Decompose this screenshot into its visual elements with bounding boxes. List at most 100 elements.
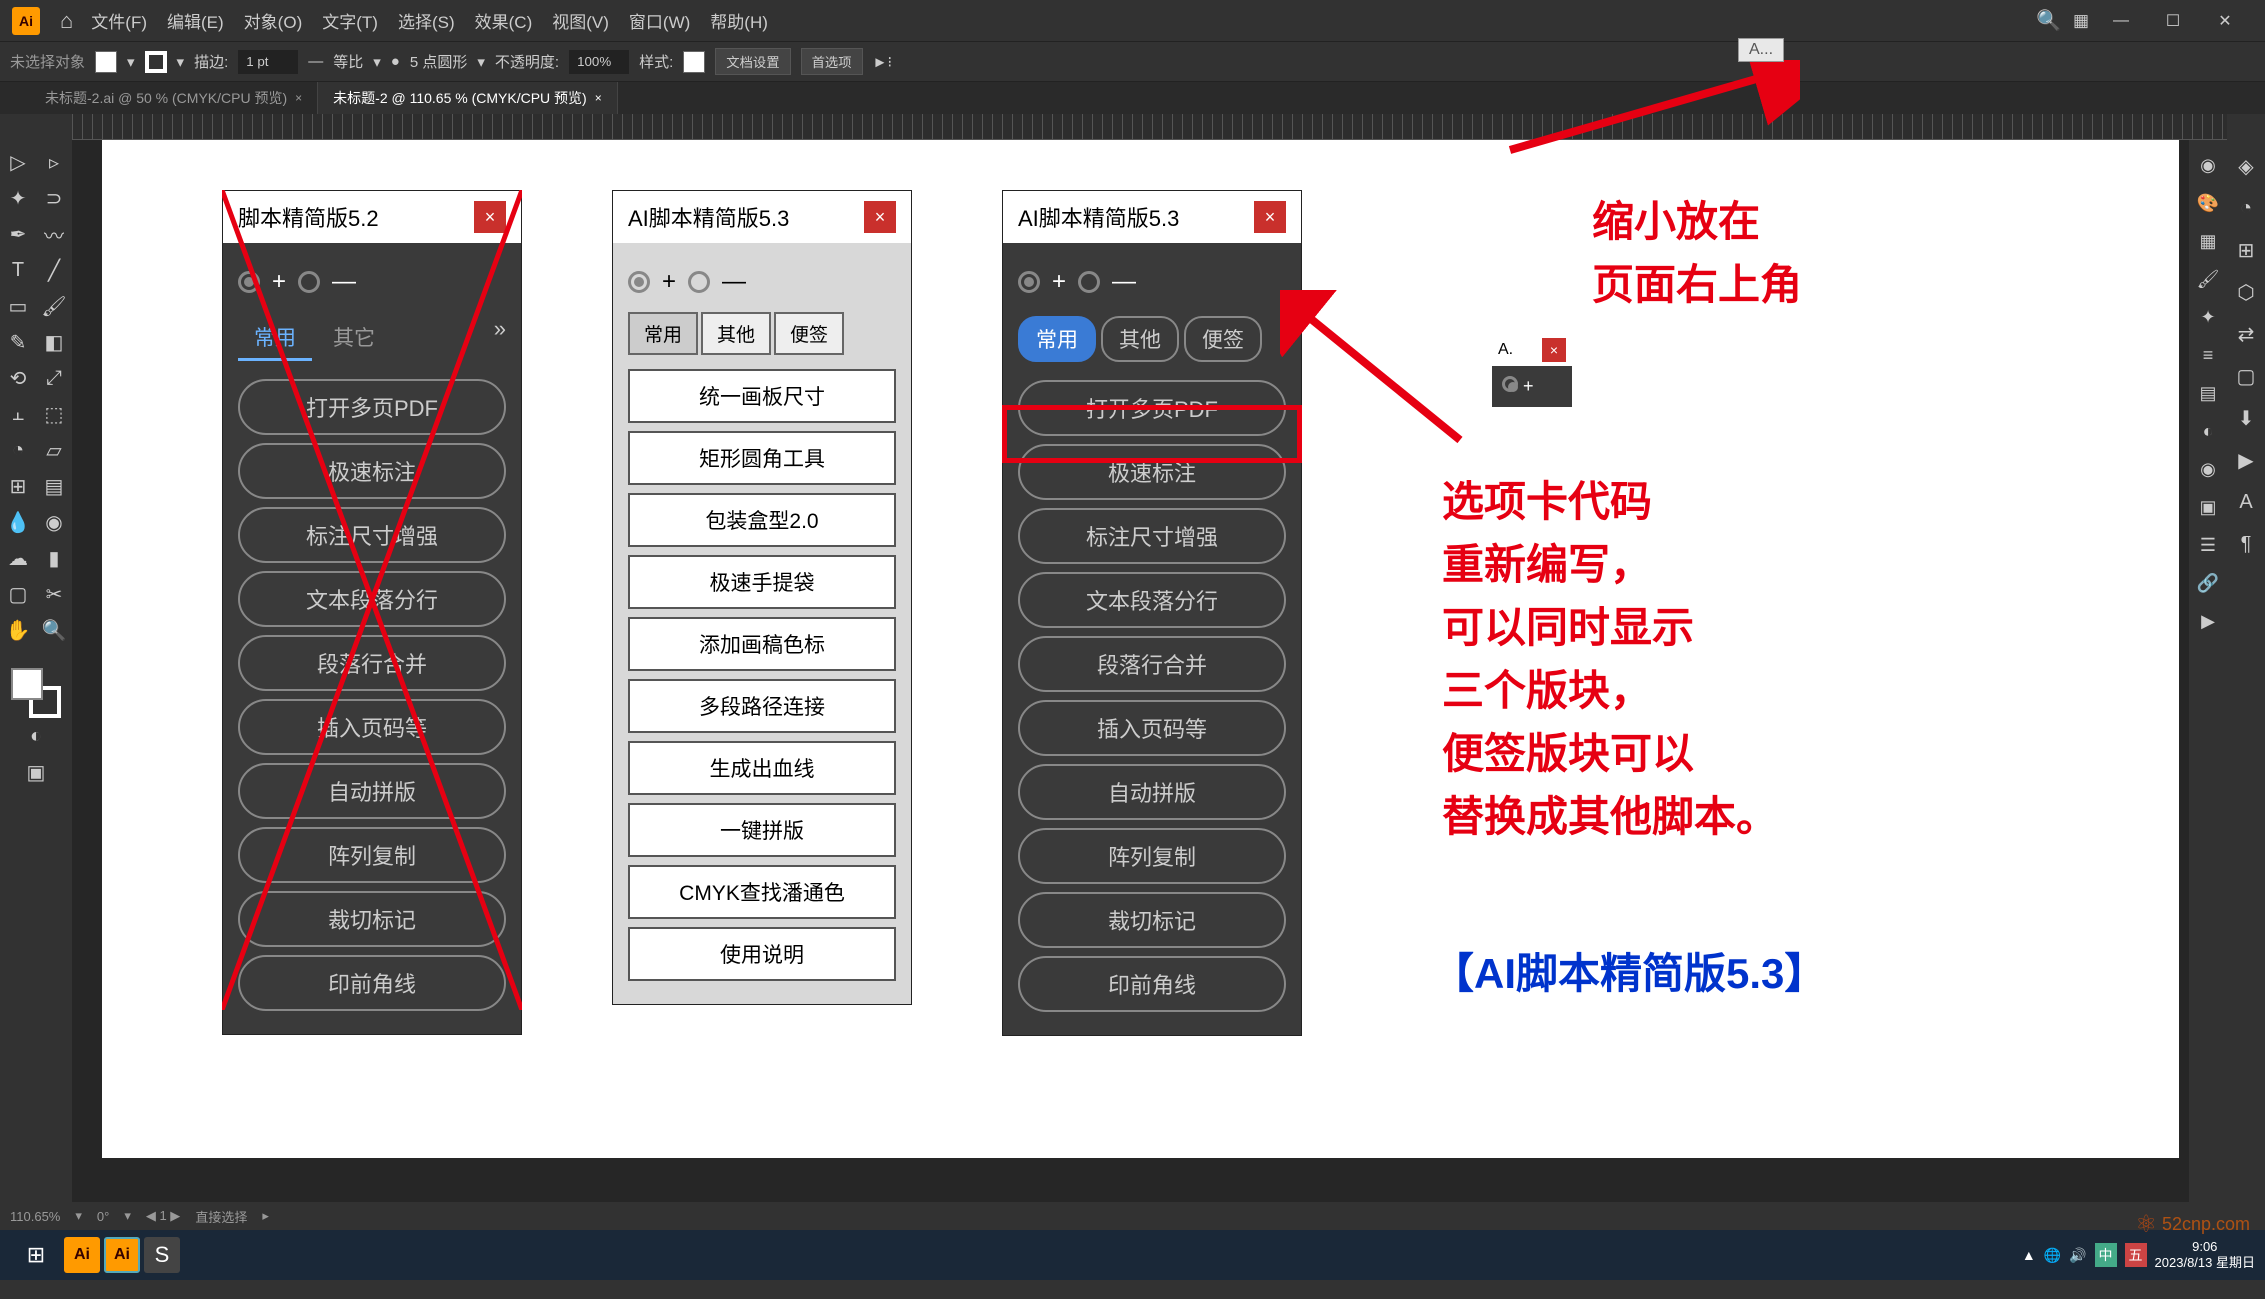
menu-edit[interactable]: 编辑(E): [167, 8, 224, 33]
doc-tab-1[interactable]: 未标题-2.ai @ 50 % (CMYK/CPU 预览)×: [30, 82, 318, 114]
stroke-swatch[interactable]: [145, 51, 167, 73]
color-guide-icon[interactable]: ◔: [2230, 192, 2262, 224]
gradient-tool[interactable]: ▤: [36, 468, 72, 504]
links-icon[interactable]: 🔗: [2193, 568, 2223, 598]
menu-view[interactable]: 视图(V): [552, 8, 609, 33]
close-button[interactable]: ✕: [2205, 6, 2245, 36]
btn-text-split[interactable]: 文本段落分行: [1018, 572, 1286, 628]
close-button[interactable]: ×: [474, 201, 506, 233]
prefs-button[interactable]: 首选项: [801, 48, 863, 75]
line-tool[interactable]: ╱: [36, 252, 72, 288]
actions-icon[interactable]: ▶: [2230, 444, 2262, 476]
stroke-input[interactable]: [238, 50, 298, 74]
close-button[interactable]: ×: [864, 201, 896, 233]
btn-fast-annotate[interactable]: 极速标注: [238, 443, 506, 499]
graphic-styles-icon[interactable]: ▣: [2193, 492, 2223, 522]
stroke-icon[interactable]: ≡: [2193, 340, 2223, 370]
radio-icon[interactable]: [238, 271, 260, 293]
menu-file[interactable]: 文件(F): [91, 8, 147, 33]
slice-tool[interactable]: ✂: [36, 576, 72, 612]
btn-crop-mark[interactable]: 裁切标记: [1018, 892, 1286, 948]
btn-dim-enhance[interactable]: 标注尺寸增强: [238, 507, 506, 563]
transform-icon[interactable]: ⇄: [2230, 318, 2262, 350]
btn-add-swatch[interactable]: 添加画稿色标: [628, 617, 896, 671]
menu-effect[interactable]: 效果(C): [475, 8, 533, 33]
appearance-icon[interactable]: ◉: [2193, 454, 2223, 484]
home-icon[interactable]: ⌂: [60, 8, 73, 34]
gradient-icon[interactable]: ▤: [2193, 378, 2223, 408]
expand-icon[interactable]: »: [494, 316, 506, 361]
eraser-tool[interactable]: ◧: [36, 324, 72, 360]
play-icon[interactable]: ▶: [2193, 606, 2223, 636]
fill-stroke-swatch[interactable]: [11, 668, 61, 718]
btn-page-num[interactable]: 插入页码等: [1018, 700, 1286, 756]
selection-tool[interactable]: ▷: [0, 144, 36, 180]
btn-open-pdf[interactable]: 打开多页PDF: [238, 379, 506, 435]
zoom-level[interactable]: 110.65%: [10, 1209, 60, 1224]
free-transform-tool[interactable]: ⬚: [36, 396, 72, 432]
tab-other[interactable]: 其他: [1101, 316, 1179, 362]
close-button[interactable]: ×: [1254, 201, 1286, 233]
btn-bleed-line[interactable]: 生成出血线: [628, 741, 896, 795]
rectangle-tool[interactable]: ▭: [0, 288, 36, 324]
close-icon[interactable]: ×: [595, 91, 602, 105]
btn-text-split[interactable]: 文本段落分行: [238, 571, 506, 627]
close-icon[interactable]: ×: [295, 91, 302, 105]
btn-artboard-size[interactable]: 统一画板尺寸: [628, 369, 896, 423]
btn-crop-mark[interactable]: 裁切标记: [238, 891, 506, 947]
asset-export-icon[interactable]: ⬇: [2230, 402, 2262, 434]
menu-window[interactable]: 窗口(W): [629, 8, 690, 33]
lasso-tool[interactable]: ⊃: [36, 180, 72, 216]
radio-icon[interactable]: [1502, 376, 1518, 392]
btn-corner-line[interactable]: 印前角线: [1018, 956, 1286, 1012]
menu-select[interactable]: 选择(S): [398, 8, 455, 33]
pen-tool[interactable]: ✒: [0, 216, 36, 252]
swatches-icon[interactable]: ▦: [2193, 226, 2223, 256]
radio-icon[interactable]: [628, 271, 650, 293]
pathfinder-icon[interactable]: ⬡: [2230, 276, 2262, 308]
tab-common[interactable]: 常用: [238, 316, 312, 361]
app-task-icon[interactable]: S: [144, 1237, 180, 1273]
tab-other[interactable]: 其它: [317, 316, 391, 361]
rotate-tool[interactable]: ⟲: [0, 360, 36, 396]
radio-icon[interactable]: [298, 271, 320, 293]
ai-task-icon[interactable]: Ai: [64, 1237, 100, 1273]
tab-other[interactable]: 其他: [701, 312, 771, 355]
btn-corner-line[interactable]: 印前角线: [238, 955, 506, 1011]
radio-icon[interactable]: [688, 271, 710, 293]
maximize-button[interactable]: ☐: [2153, 6, 2193, 36]
btn-path-connect[interactable]: 多段路径连接: [628, 679, 896, 733]
shaper-tool[interactable]: ✎: [0, 324, 36, 360]
menu-object[interactable]: 对象(O): [244, 8, 303, 33]
char-icon[interactable]: A: [2230, 486, 2262, 518]
fill-swatch[interactable]: [95, 51, 117, 73]
shape-builder-tool[interactable]: ◔: [0, 432, 36, 468]
eyedropper-tool[interactable]: 💧: [0, 504, 36, 540]
layers-icon[interactable]: ☰: [2193, 530, 2223, 560]
artboards-icon[interactable]: ▢: [2230, 360, 2262, 392]
ai-task-icon-active[interactable]: Ai: [104, 1237, 140, 1273]
screen-mode-icon[interactable]: ▣: [18, 754, 54, 790]
tray-icon[interactable]: 🔊: [2069, 1247, 2086, 1264]
btn-para-merge[interactable]: 段落行合并: [1018, 636, 1286, 692]
symbol-tool[interactable]: ☁: [0, 540, 36, 576]
btn-page-num[interactable]: 插入页码等: [238, 699, 506, 755]
blend-tool[interactable]: ◉: [36, 504, 72, 540]
mesh-tool[interactable]: ⊞: [0, 468, 36, 504]
magic-wand-tool[interactable]: ✦: [0, 180, 36, 216]
color-mode-icon[interactable]: ◐: [18, 718, 54, 754]
artboard-nav[interactable]: ◀ 1 ▶: [146, 1208, 180, 1224]
ime-button[interactable]: 中: [2095, 1243, 2117, 1267]
curvature-tool[interactable]: 〰: [36, 216, 72, 252]
direct-select-tool[interactable]: ▹: [36, 144, 72, 180]
doc-tab-2[interactable]: 未标题-2 @ 110.65 % (CMYK/CPU 预览)×: [318, 82, 618, 114]
brush-tool[interactable]: 🖌: [36, 288, 72, 324]
menu-text[interactable]: 文字(T): [322, 8, 378, 33]
artboard[interactable]: 脚本精简版5.2 × +— 常用 其它 » 打开多页PDF 极速标注 标注尺寸增…: [102, 140, 2179, 1158]
align-icon[interactable]: ►⁝: [873, 53, 893, 71]
graph-tool[interactable]: ▮: [36, 540, 72, 576]
tray-icon[interactable]: ▲: [2022, 1247, 2036, 1263]
btn-box-type[interactable]: 包装盒型2.0: [628, 493, 896, 547]
para-icon[interactable]: ¶: [2230, 528, 2262, 560]
doc-setup-button[interactable]: 文档设置: [715, 48, 790, 75]
